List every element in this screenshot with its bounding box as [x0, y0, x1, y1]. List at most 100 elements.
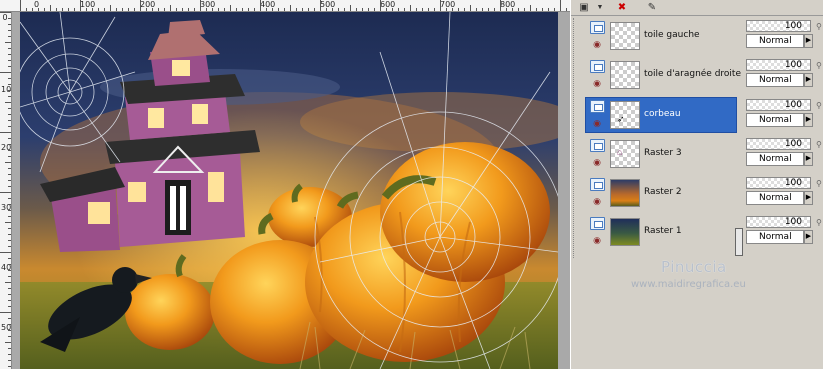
layer-props-row: 100 ⚲ Normal ▶	[746, 175, 823, 211]
ruler-tick	[0, 72, 11, 73]
edit-mask-icon[interactable]: ✎	[641, 0, 663, 15]
blend-dropdown-arrow-icon[interactable]: ▶	[804, 152, 813, 166]
new-layer-icon[interactable]: ▣	[573, 0, 595, 15]
blend-dropdown-arrow-icon[interactable]: ▶	[804, 230, 813, 244]
layer-name: corbeau	[644, 109, 681, 119]
canvas-margin	[558, 12, 570, 369]
layer-row-selected[interactable]: ◉ ➶ corbeau	[585, 97, 737, 133]
blend-dropdown-arrow-icon[interactable]: ▶	[804, 73, 813, 87]
ruler-tick	[170, 5, 171, 11]
ruler-tick	[350, 5, 351, 11]
lock-icon[interactable]: ⚲	[816, 22, 823, 32]
ruler-tick	[0, 252, 11, 253]
blend-mode-select[interactable]: Normal	[746, 230, 804, 244]
ruler-tick	[200, 0, 201, 11]
layer-props-row: 100 ⚲ Normal ▶	[746, 136, 823, 172]
eye-icon[interactable]: ◉	[589, 40, 605, 49]
watermark-url: www.maidiregrafica.eu	[631, 279, 746, 290]
raster-layer-icon	[590, 100, 605, 113]
blend-dropdown-arrow-icon[interactable]: ▶	[804, 113, 813, 127]
psp-workspace: 0 100 200 300 400 500 600 700 800 0 100 …	[0, 0, 823, 369]
raster-layer-icon	[590, 21, 605, 34]
ruler-tick	[440, 0, 441, 11]
crow-icon: ➶	[617, 114, 625, 124]
blend-mode-select[interactable]: Normal	[746, 191, 804, 205]
ruler-tick	[230, 5, 231, 11]
layer-thumbnail	[610, 218, 640, 246]
layer-row[interactable]: ◉ toile d'aragnée droite	[585, 57, 741, 93]
opacity-field[interactable]: 100	[746, 216, 811, 228]
ruler-tick	[260, 0, 261, 11]
raster-layer-icon	[590, 178, 605, 191]
delete-layer-icon[interactable]: ✖	[611, 0, 633, 15]
layer-props-row: 100 ⚲ Normal ▶	[746, 97, 823, 133]
ruler-tick	[530, 5, 531, 11]
image-canvas[interactable]	[20, 12, 558, 369]
ruler-tick	[5, 282, 11, 283]
top-ruler: 0 100 200 300 400 500 600 700 800	[0, 0, 570, 12]
layer-props-row: 100 ⚲ Normal ▶	[746, 57, 823, 93]
layers-toolbar: ▣ ▼ ✖ ✎	[571, 0, 823, 16]
eye-icon[interactable]: ◉	[589, 119, 605, 128]
raster-layer-icon	[590, 217, 605, 230]
layer-thumbnail	[610, 61, 640, 89]
layer-row[interactable]: ◉ Raster 1	[585, 214, 737, 250]
layer-list-scrollbar[interactable]	[735, 18, 743, 258]
ruler-tick	[5, 342, 11, 343]
ruler-tick	[320, 0, 321, 11]
lock-icon[interactable]: ⚲	[816, 218, 823, 228]
layer-name: Raster 1	[644, 226, 682, 236]
eye-icon[interactable]: ◉	[589, 79, 605, 88]
raster-layer-icon	[590, 139, 605, 152]
eye-icon[interactable]: ◉	[589, 158, 605, 167]
layer-row[interactable]: ◉ toile gauche	[585, 18, 737, 54]
layer-name: Raster 2	[644, 187, 682, 197]
lock-icon[interactable]: ⚲	[816, 140, 823, 150]
lock-icon[interactable]: ⚲	[816, 101, 823, 111]
opacity-field[interactable]: 100	[746, 20, 811, 32]
blend-mode-select[interactable]: Normal	[746, 152, 804, 166]
layer-thumbnail	[610, 22, 640, 50]
layer-row[interactable]: ◉ Raster 2	[585, 175, 737, 211]
house-icon: ⌂	[617, 147, 623, 157]
blend-dropdown-arrow-icon[interactable]: ▶	[804, 191, 813, 205]
blend-mode-select[interactable]: Normal	[746, 113, 804, 127]
blend-mode-select[interactable]: Normal	[746, 73, 804, 87]
lock-icon[interactable]: ⚲	[816, 179, 823, 189]
layer-name: toile gauche	[644, 30, 700, 40]
ruler-tick	[0, 192, 11, 193]
dropdown-arrow-icon[interactable]: ▼	[595, 0, 605, 15]
blend-dropdown-arrow-icon[interactable]: ▶	[804, 34, 813, 48]
opacity-field[interactable]: 100	[746, 177, 811, 189]
ruler-tick	[50, 5, 51, 11]
layer-props-row: 100 ⚲ Normal ▶	[746, 18, 823, 54]
layer-thumbnail: ➶	[610, 101, 640, 129]
ruler-tick	[380, 0, 381, 11]
eye-icon[interactable]: ◉	[589, 236, 605, 245]
opacity-field[interactable]: 100	[746, 99, 811, 111]
layer-name: toile d'aragnée droite	[644, 69, 741, 79]
ruler-tick	[0, 12, 11, 13]
blend-mode-select[interactable]: Normal	[746, 34, 804, 48]
layer-row[interactable]: ◉ ⌂ Raster 3	[585, 136, 737, 172]
layer-thumbnail	[610, 179, 640, 207]
ruler-tick	[290, 5, 291, 11]
scrollbar-handle[interactable]	[735, 228, 743, 256]
opacity-field[interactable]: 100	[746, 59, 811, 71]
ruler-tick	[5, 102, 11, 103]
ruler-tick	[20, 0, 21, 11]
layer-name: Raster 3	[644, 148, 682, 158]
opacity-field[interactable]: 100	[746, 138, 811, 150]
ruler-tick	[110, 5, 111, 11]
layer-properties: 100 ⚲ Normal ▶ 100 ⚲ Normal ▶ 100 ⚲ Norm…	[746, 18, 823, 258]
ruler-tick	[5, 222, 11, 223]
watermark-name: Pinuccia	[661, 258, 727, 276]
eye-icon[interactable]: ◉	[589, 197, 605, 206]
layer-thumbnail: ⌂	[610, 140, 640, 168]
halloween-artwork	[20, 12, 558, 369]
canvas-margin	[12, 12, 20, 369]
ruler-tick	[500, 0, 501, 11]
lock-icon[interactable]: ⚲	[816, 61, 823, 71]
ruler-tick	[5, 162, 11, 163]
ruler-tick	[0, 132, 11, 133]
